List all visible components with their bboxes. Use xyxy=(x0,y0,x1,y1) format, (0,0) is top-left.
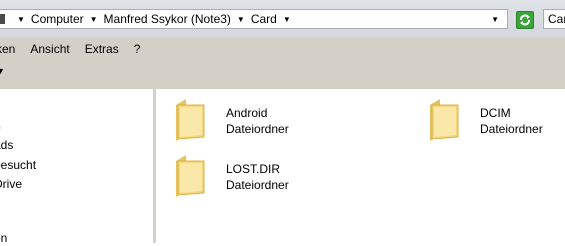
breadcrumb-chevron-icon[interactable]: ▼ xyxy=(237,15,245,24)
folder-type: Dateiordner xyxy=(226,178,289,192)
folder-icon xyxy=(428,97,464,141)
folder-icon xyxy=(174,153,210,197)
breadcrumb-chevron-icon[interactable]: ▼ xyxy=(283,15,291,24)
organize-dropdown-icon[interactable]: ▼ xyxy=(0,66,5,76)
menu-help[interactable]: ? xyxy=(134,42,141,56)
menu-bar: ken Ansicht Extras ? xyxy=(0,38,565,60)
folder-item-dcim[interactable]: DCIM Dateiordner xyxy=(428,97,565,145)
breadcrumb-device[interactable]: Manfred Ssykor (Note3) xyxy=(104,12,231,26)
address-bar[interactable]: ▼ Computer ▼ Manfred Ssykor (Note3) ▼ Ca… xyxy=(0,9,508,29)
nav-item-downloads[interactable]: ads xyxy=(0,137,13,153)
computer-icon[interactable] xyxy=(0,14,5,24)
file-list: Android Dateiordner DCIM Dateiordner LOS xyxy=(156,89,565,243)
nav-item-recent[interactable]: besucht xyxy=(0,157,36,173)
folder-name: Android xyxy=(226,106,268,120)
refresh-icon xyxy=(520,14,530,26)
navigation-pane: p ads besucht Drive x en xyxy=(0,89,154,246)
nav-item-desktop[interactable]: p xyxy=(0,119,1,135)
address-bar-row: ▼ Computer ▼ Manfred Ssykor (Note3) ▼ Ca… xyxy=(0,0,565,38)
folder-name: DCIM xyxy=(480,106,511,120)
folder-icon xyxy=(174,97,210,141)
breadcrumb-computer[interactable]: Computer xyxy=(31,12,84,26)
menu-edit[interactable]: ken xyxy=(0,42,15,56)
folder-item-android[interactable]: Android Dateiordner xyxy=(174,97,414,145)
breadcrumb-card[interactable]: Card xyxy=(251,12,277,26)
breadcrumb-chevron-icon[interactable]: ▼ xyxy=(90,15,98,24)
nav-item-drive[interactable]: Drive xyxy=(0,176,22,192)
toolbar: ▼ xyxy=(0,60,565,86)
address-dropdown-icon[interactable]: ▼ xyxy=(491,15,499,24)
menu-view[interactable]: Ansicht xyxy=(30,42,69,56)
search-input[interactable]: Car xyxy=(543,9,565,29)
breadcrumb-chevron-icon[interactable]: ▼ xyxy=(17,15,25,24)
folder-name: LOST.DIR xyxy=(226,162,281,176)
folder-type: Dateiordner xyxy=(480,122,543,136)
menu-tools[interactable]: Extras xyxy=(85,42,119,56)
folder-item-lost-dir[interactable]: LOST.DIR Dateiordner xyxy=(174,153,414,201)
nav-item-libraries[interactable]: en xyxy=(0,230,7,246)
folder-type: Dateiordner xyxy=(226,122,289,136)
refresh-button[interactable] xyxy=(516,11,534,29)
